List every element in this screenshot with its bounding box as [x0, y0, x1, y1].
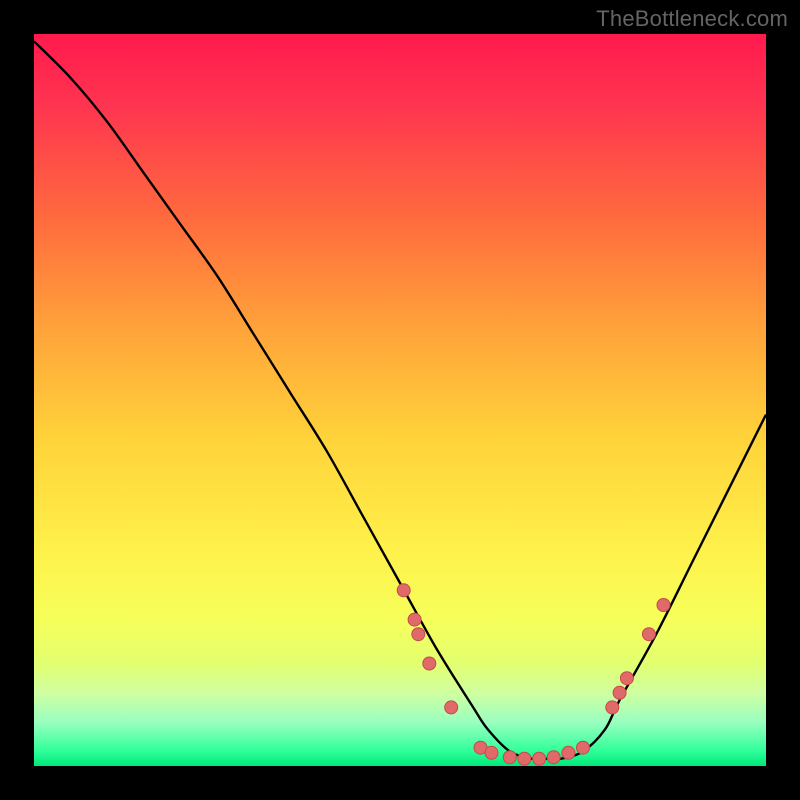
curve-marker [397, 584, 410, 597]
curve-marker [547, 751, 560, 764]
curve-marker [485, 746, 498, 759]
curve-marker [503, 751, 516, 764]
curve-marker [577, 741, 590, 754]
curve-marker [562, 746, 575, 759]
curve-marker [518, 752, 531, 765]
curve-marker [412, 628, 425, 641]
curve-marker [606, 701, 619, 714]
bottleneck-curve [34, 41, 766, 759]
curve-marker [642, 628, 655, 641]
curve-marker [423, 657, 436, 670]
curve-marker [408, 613, 421, 626]
curve-markers [397, 584, 670, 765]
curve-marker [533, 752, 546, 765]
chart-plot-area [34, 34, 766, 766]
watermark-text: TheBottleneck.com [596, 6, 788, 32]
chart-svg [34, 34, 766, 766]
chart-frame: TheBottleneck.com [0, 0, 800, 800]
curve-marker [657, 599, 670, 612]
curve-marker [613, 686, 626, 699]
curve-marker [445, 701, 458, 714]
curve-marker [620, 672, 633, 685]
